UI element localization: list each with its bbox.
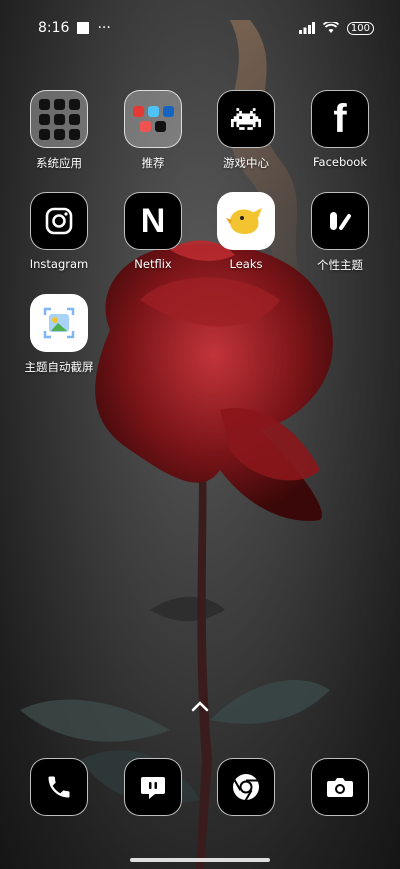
app-recommend-folder[interactable]: 推荐 bbox=[107, 90, 199, 171]
screenshot-icon bbox=[30, 294, 88, 352]
facebook-glyph: f bbox=[333, 96, 347, 141]
dock-phone[interactable] bbox=[13, 758, 105, 816]
wifi-icon bbox=[322, 22, 339, 33]
app-label: 游戏中心 bbox=[223, 156, 269, 170]
netflix-icon: N bbox=[124, 192, 182, 250]
phone-icon bbox=[30, 758, 88, 816]
dock-camera[interactable] bbox=[294, 758, 386, 816]
app-game-center[interactable]: 游戏中心 bbox=[200, 90, 292, 171]
status-time: 8:16 bbox=[38, 20, 70, 36]
status-bar: 8:16 ··· 100 bbox=[0, 0, 400, 56]
message-icon bbox=[124, 758, 182, 816]
app-facebook[interactable]: f Facebook bbox=[294, 90, 386, 169]
app-label: Instagram bbox=[29, 257, 89, 271]
app-personal-theme[interactable]: 个性主题 bbox=[294, 192, 386, 273]
folder-icon bbox=[30, 90, 88, 148]
app-leaks[interactable]: Leaks bbox=[200, 192, 292, 271]
chrome-icon bbox=[217, 758, 275, 816]
app-label: 主题自动截屏 bbox=[24, 360, 94, 374]
home-indicator[interactable] bbox=[130, 858, 270, 862]
signal-icon bbox=[298, 22, 315, 34]
camera-icon bbox=[311, 758, 369, 816]
status-more-dots: ··· bbox=[97, 20, 111, 36]
space-invader-icon bbox=[217, 90, 275, 148]
notification-square-icon bbox=[77, 22, 90, 34]
app-label: Facebook bbox=[312, 155, 368, 169]
app-label: Leaks bbox=[229, 257, 263, 271]
app-label: 系统应用 bbox=[36, 156, 82, 170]
app-instagram[interactable]: Instagram bbox=[13, 192, 105, 271]
instagram-icon bbox=[30, 192, 88, 250]
app-theme-auto-screenshot[interactable]: 主题自动截屏 bbox=[13, 294, 105, 375]
chevron-up-icon[interactable] bbox=[190, 700, 210, 714]
app-netflix[interactable]: N Netflix bbox=[107, 192, 199, 271]
theme-icon bbox=[311, 192, 369, 250]
battery-indicator: 100 bbox=[346, 21, 374, 35]
yellow-bird-icon bbox=[217, 192, 275, 250]
app-label: 个性主题 bbox=[317, 258, 363, 272]
app-label: 推荐 bbox=[141, 156, 165, 170]
dock-chrome[interactable] bbox=[200, 758, 292, 816]
facebook-icon: f bbox=[311, 90, 369, 148]
netflix-glyph: N bbox=[140, 201, 166, 240]
app-label: Netflix bbox=[134, 257, 172, 271]
folder-icon bbox=[124, 90, 182, 148]
app-system-apps-folder[interactable]: 系统应用 bbox=[13, 90, 105, 171]
dock-messages[interactable] bbox=[107, 758, 199, 816]
